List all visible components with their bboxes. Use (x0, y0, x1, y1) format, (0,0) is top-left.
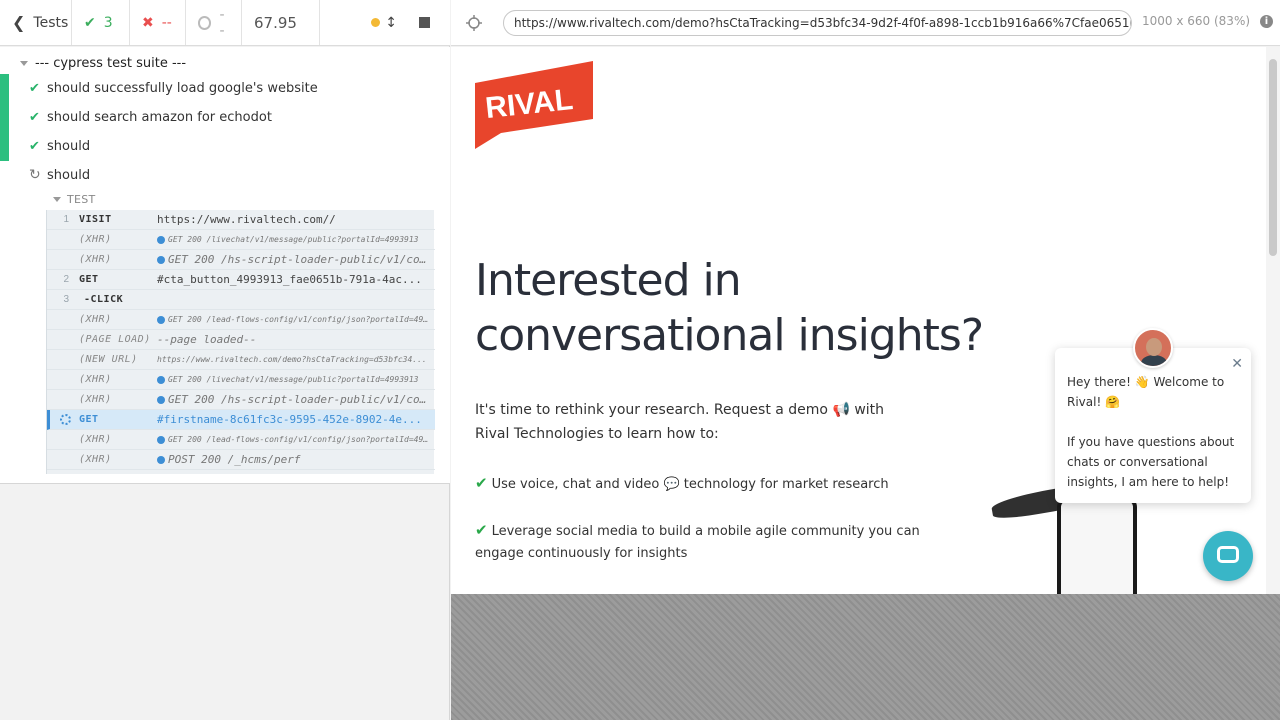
test-section-header[interactable]: TEST (53, 193, 96, 206)
command-row[interactable]: (PAGE LOAD) --page loaded-- (47, 330, 435, 350)
aut-header: https://www.rivaltech.com/demo?hsCtaTrac… (451, 0, 1280, 46)
pass-indicator (0, 132, 9, 161)
arrows-vertical-icon: ↕ (385, 14, 397, 31)
back-to-tests-button[interactable]: ❮ Tests (0, 0, 72, 45)
xhr-status-icon (157, 456, 165, 464)
command-row[interactable]: (XHR) GET 200 /lead-flows-config/v1/conf… (47, 310, 435, 330)
chat-message-help: If you have questions about chats or con… (1067, 435, 1235, 489)
xhr-status-icon (157, 435, 165, 444)
scrollbar[interactable] (1266, 47, 1280, 594)
auto-scroll-toggle[interactable]: ↕ (371, 15, 397, 31)
rival-logo[interactable]: RIVAL (475, 61, 595, 149)
bullet-item: ✔ Leverage social media to build a mobile… (475, 521, 920, 561)
command-row-active[interactable]: GET #firstname-8c61fc3c-9595-452e-8902-4… (47, 410, 435, 430)
run-controls: ↕ (320, 0, 450, 45)
viewport-size: 1000 x 660 (83%) (1142, 14, 1251, 28)
duration: 67.95 (242, 0, 320, 45)
xhr-status-icon (157, 396, 165, 404)
back-label: Tests (33, 14, 69, 31)
chat-message-greeting: Hey there! 👋 Welcome to Rival! 🤗 (1067, 375, 1225, 409)
close-icon[interactable]: ✕ (1231, 354, 1243, 374)
test-reporter: ❮ Tests ✔ 3 ✖ -- -- 67.95 ↕ --- cypress … (0, 0, 450, 720)
pass-indicator (0, 74, 9, 103)
bullet-item: ✔ Use voice, chat and video 💬 technology … (475, 474, 889, 492)
running-indicator-icon (371, 18, 381, 27)
command-row[interactable]: (XHR) GET 200 /livechat/v1/message/publi… (47, 370, 435, 390)
test-item[interactable]: ✔ should successfully load google's webs… (0, 74, 449, 103)
check-icon: ✔ (475, 474, 488, 492)
failed-count: ✖ -- (130, 0, 186, 45)
chat-icon (1217, 546, 1239, 563)
info-icon[interactable]: i (1260, 15, 1273, 28)
xhr-status-icon (157, 315, 165, 324)
runnable-list: --- cypress test suite --- ✔ should succ… (0, 47, 450, 484)
url-field[interactable]: https://www.rivaltech.com/demo?hsCtaTrac… (503, 10, 1132, 36)
command-row[interactable]: (XHR) GET 200 /lead-flows-config/v1/conf… (47, 430, 435, 450)
chat-launcher-button[interactable] (1203, 531, 1253, 581)
intro-text: It's time to rethink your research. Requ… (475, 402, 885, 442)
aut-background (451, 594, 1280, 720)
stats-bar: ❮ Tests ✔ 3 ✖ -- -- 67.95 ↕ (0, 0, 450, 46)
command-row[interactable]: 2 GET #cta_button_4993913_fae0651b-791a-… (47, 270, 435, 290)
caret-down-icon (20, 60, 28, 66)
test-item[interactable]: ↻ should (0, 161, 449, 190)
xhr-status-icon (157, 256, 165, 264)
check-icon: ✔ (475, 521, 488, 539)
chevron-left-icon: ❮ (12, 13, 26, 32)
passed-count: ✔ 3 (72, 0, 130, 45)
command-row[interactable]: 1 VISIT https://www.rivaltech.com// (47, 210, 435, 230)
check-icon: ✔ (29, 110, 40, 125)
chat-popup: ✕ Hey there! 👋 Welcome to Rival! 🤗 If yo… (1055, 348, 1251, 503)
aut-iframe: RIVAL Interested in conversational insig… (451, 47, 1280, 594)
x-icon: ✖ (142, 14, 154, 31)
scrollbar-thumb[interactable] (1269, 59, 1277, 256)
test-title: should search amazon for echodot (47, 110, 272, 125)
agent-avatar (1133, 328, 1173, 368)
selector-playground-icon[interactable] (466, 15, 482, 31)
command-row[interactable]: (XHR) GET 200 /hs-script-loader-public/v… (47, 250, 435, 270)
stop-button[interactable] (419, 17, 430, 28)
test-title: should successfully load google's websit… (47, 81, 318, 96)
page-headline: Interested in conversational insights? (475, 255, 984, 361)
command-row[interactable]: (XHR) POST 200 /_hcms/perf (47, 450, 435, 470)
pending-count: -- (186, 0, 242, 45)
pass-indicator (0, 103, 9, 132)
test-item[interactable]: ✔ should (0, 132, 449, 161)
suite-title[interactable]: --- cypress test suite --- (20, 51, 186, 75)
check-icon: ✔ (29, 81, 40, 96)
refresh-icon: ↻ (29, 167, 41, 183)
phone-image (1057, 497, 1137, 594)
command-row[interactable]: (XHR) GET 200 /livechat/v1/message/publi… (47, 230, 435, 250)
test-title: should (47, 139, 91, 154)
command-row[interactable]: (NEW URL) https://www.rivaltech.com/demo… (47, 350, 435, 370)
xhr-status-icon (157, 375, 165, 384)
check-icon: ✔ (29, 139, 40, 154)
test-title: should (47, 168, 91, 183)
command-row[interactable]: 3 -CLICK (47, 290, 435, 310)
circle-notch-icon (198, 15, 212, 30)
loading-spinner-icon (60, 414, 71, 425)
caret-down-icon (53, 197, 61, 202)
command-log: 1 VISIT https://www.rivaltech.com// (XHR… (46, 210, 435, 474)
command-row[interactable]: (XHR) GET 200 /hs-script-loader-public/v… (47, 390, 435, 410)
xhr-status-icon (157, 235, 165, 244)
check-icon: ✔ (84, 14, 96, 31)
test-item[interactable]: ✔ should search amazon for echodot (0, 103, 449, 132)
